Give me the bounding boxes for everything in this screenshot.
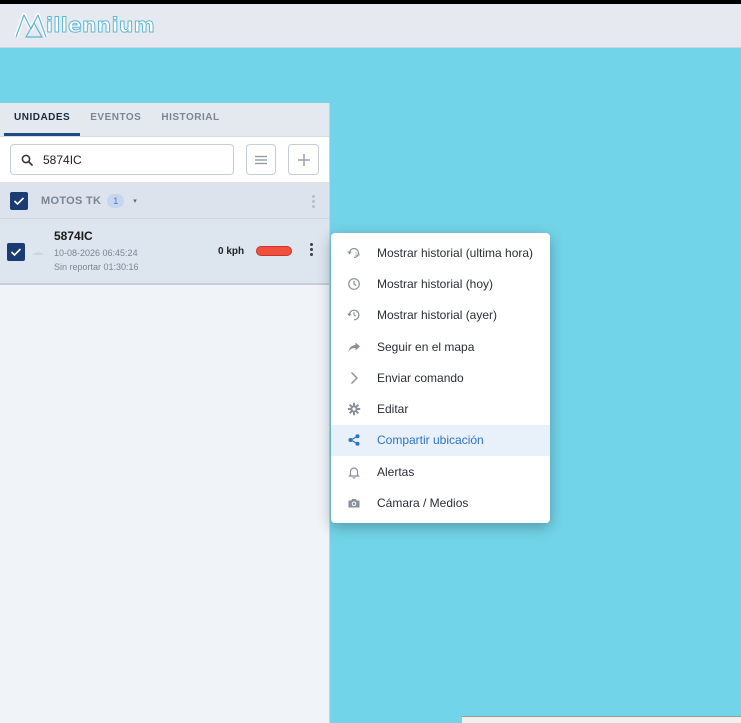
group-name: MOTOS TK xyxy=(41,194,102,207)
menu-item-label: Enviar comando xyxy=(377,370,464,385)
menu-item-share-location[interactable]: Compartir ubicación xyxy=(331,424,550,457)
menu-item-history-today[interactable]: Mostrar historial (hoy) xyxy=(331,268,550,299)
units-panel: UNIDADES EVENTOS HISTORIAL 5874IC MOTOS … xyxy=(0,103,330,723)
history-hour-icon: 1h xyxy=(347,247,361,258)
menu-item-alerts[interactable]: Alertas xyxy=(331,456,550,487)
app-logo[interactable]: illennium xyxy=(14,10,155,40)
menu-item-send-command[interactable]: Enviar comando xyxy=(331,362,550,393)
unit-checkbox[interactable] xyxy=(7,243,25,261)
group-checkbox[interactable] xyxy=(10,191,28,210)
svg-text:1h: 1h xyxy=(355,252,361,258)
check-icon xyxy=(10,248,22,257)
search-icon xyxy=(21,154,33,166)
search-box[interactable] xyxy=(10,144,234,175)
menu-item-label: Mostrar historial (hoy) xyxy=(377,276,494,291)
check-icon xyxy=(13,196,25,205)
panel-tabs: UNIDADES EVENTOS HISTORIAL xyxy=(0,103,329,137)
add-unit-button[interactable] xyxy=(288,144,319,175)
unit-context-menu: 1h Mostrar historial (ultima hora) Mostr… xyxy=(331,233,550,523)
group-header[interactable]: MOTOS TK 1 ▾ xyxy=(0,183,329,219)
tab-historial[interactable]: HISTORIAL xyxy=(151,102,229,136)
group-more-icon[interactable] xyxy=(312,195,315,208)
unit-name: 5874IC xyxy=(54,229,93,243)
list-menu-button[interactable] xyxy=(245,144,277,175)
tab-unidades[interactable]: UNIDADES xyxy=(4,102,81,136)
unit-row[interactable]: 5874IC 10-08-2026 06:45:24 Sin reportar … xyxy=(0,219,329,285)
camera-icon xyxy=(348,499,360,508)
tab-eventos[interactable]: EVENTOS xyxy=(80,102,151,136)
share-icon xyxy=(348,434,360,447)
group-caret[interactable]: ▾ xyxy=(133,197,137,205)
signal-icon xyxy=(32,252,44,256)
menu-item-history-yesterday[interactable]: Mostrar historial (ayer) xyxy=(331,300,550,331)
menu-item-label: Cámara / Medios xyxy=(377,496,469,511)
unit-status: Sin reportar 01:30:16 xyxy=(54,262,139,272)
chevron-right-icon xyxy=(351,371,358,384)
unit-date: 10-08-2026 06:45:24 xyxy=(54,248,138,258)
search-input[interactable] xyxy=(43,152,223,167)
plus-icon xyxy=(297,153,310,166)
clock-icon xyxy=(348,278,360,290)
share-arrow-icon xyxy=(348,342,360,352)
menu-item-label: Mostrar historial (ultima hora) xyxy=(377,245,534,260)
menu-item-follow[interactable]: Seguir en el mapa xyxy=(331,331,550,362)
logo-text: illennium xyxy=(45,13,156,38)
logo-m-icon xyxy=(14,13,48,38)
menu-item-label: Seguir en el mapa xyxy=(377,339,475,354)
group-count-badge: 1 xyxy=(107,193,125,208)
unit-more-icon[interactable] xyxy=(310,243,313,256)
history-back-icon xyxy=(347,309,360,321)
top-bar: illennium xyxy=(0,4,741,48)
unit-status-bar xyxy=(256,246,292,256)
list-icon xyxy=(254,155,267,164)
unit-speed: 0 kph xyxy=(218,246,245,257)
bottom-panel-edge xyxy=(462,716,741,723)
menu-item-label: Mostrar historial (ayer) xyxy=(377,308,498,323)
menu-item-history-hour[interactable]: 1h Mostrar historial (ultima hora) xyxy=(331,237,550,268)
gear-icon xyxy=(347,402,361,416)
bell-icon xyxy=(348,467,360,479)
menu-item-camera[interactable]: Cámara / Medios xyxy=(331,487,550,518)
menu-item-label: Editar xyxy=(377,402,409,417)
menu-item-edit[interactable]: Editar xyxy=(331,393,550,424)
menu-item-label: Compartir ubicación xyxy=(377,433,484,448)
search-row xyxy=(0,137,329,183)
menu-item-label: Alertas xyxy=(377,464,415,479)
